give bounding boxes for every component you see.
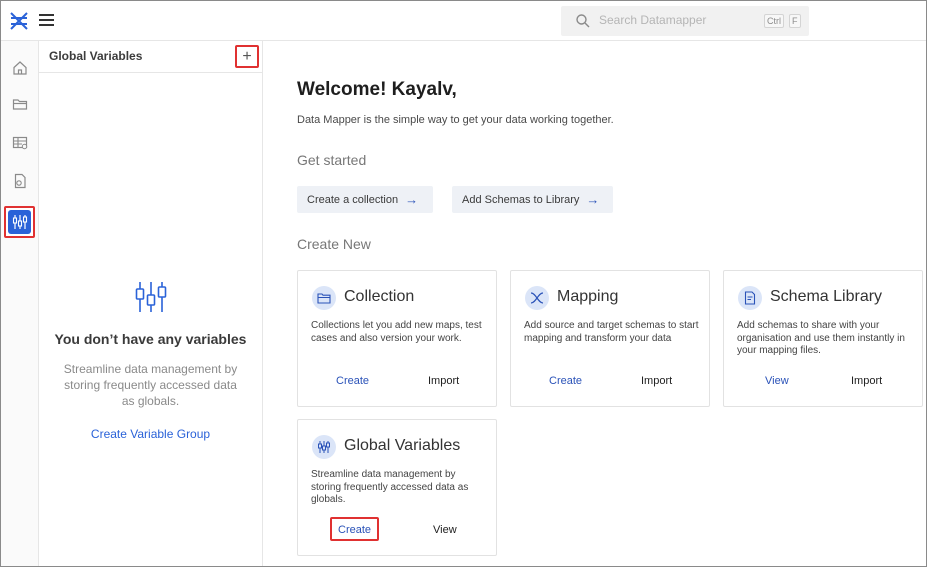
arrow-right-icon: →	[586, 192, 600, 207]
mapping-import-link[interactable]: Import	[641, 375, 672, 387]
panel-title: Global Variables	[49, 49, 143, 63]
global-variables-panel: Global Variables + You don’t have any va…	[39, 41, 263, 566]
mapping-card: Mapping Add source and target schemas to…	[510, 270, 710, 407]
nav-collections[interactable]	[9, 93, 31, 115]
mapping-create-link[interactable]: Create	[549, 375, 582, 387]
create-collection-button[interactable]: Create a collection →	[297, 186, 433, 213]
home-icon	[13, 61, 27, 75]
card-title: Mapping	[557, 288, 619, 305]
add-schemas-button[interactable]: Add Schemas to Library →	[452, 186, 613, 213]
collection-import-link[interactable]: Import	[428, 375, 459, 387]
create-collection-label: Create a collection	[307, 193, 399, 206]
schema-file-icon	[744, 291, 756, 305]
search-icon	[576, 14, 590, 28]
arrow-right-icon: →	[405, 192, 419, 207]
panel-header: Global Variables +	[39, 41, 262, 73]
global-variables-icon	[318, 441, 330, 453]
mapping-cross-icon	[530, 292, 544, 304]
card-description: Streamline data management by storing fr…	[311, 469, 469, 505]
plus-icon: +	[242, 47, 252, 65]
card-title: Schema Library	[770, 288, 883, 305]
main-content: Welcome! Kayalv, Data Mapper is the simp…	[263, 41, 926, 566]
empty-state-description: Streamline data management by storing fr…	[63, 362, 238, 408]
search-placeholder: Search Datamapper	[599, 13, 707, 27]
global-variables-card: Global Variables Streamline data managem…	[297, 419, 497, 556]
card-description: Collections let you add new maps, test c…	[311, 320, 482, 344]
file-icon	[14, 173, 26, 189]
nav-mappings[interactable]	[9, 132, 31, 154]
card-description: Add schemas to share with your organisat…	[737, 320, 905, 356]
get-started-heading: Get started	[297, 152, 367, 168]
card-title: Collection	[344, 288, 415, 305]
add-schemas-label: Add Schemas to Library	[462, 193, 580, 206]
datamapper-logo-icon[interactable]	[9, 11, 29, 31]
hamburger-menu-icon[interactable]	[39, 14, 55, 28]
empty-state-title: You don’t have any variables	[54, 331, 247, 347]
app-window: Search Datamapper Ctrl F Global Variable…	[0, 0, 927, 567]
nav-global-variables[interactable]	[4, 206, 35, 238]
global-variables-icon	[12, 215, 27, 229]
schema-library-import-link[interactable]: Import	[851, 375, 882, 387]
nav-schemas[interactable]	[9, 170, 31, 192]
collection-create-link[interactable]: Create	[336, 375, 369, 387]
global-variables-active-tile	[8, 210, 31, 234]
shortcut-ctrl-key: Ctrl	[764, 14, 784, 28]
schema-library-card-icon	[738, 286, 762, 310]
welcome-tagline: Data Mapper is the simple way to get you…	[297, 114, 614, 126]
global-variables-card-icon	[312, 435, 336, 459]
schema-library-view-link[interactable]: View	[765, 375, 789, 387]
folder-icon	[317, 293, 331, 304]
nav-home[interactable]	[9, 57, 31, 79]
global-variables-view-link[interactable]: View	[433, 524, 457, 536]
mapping-card-icon	[525, 286, 549, 310]
global-variables-create-link[interactable]: Create	[338, 524, 371, 536]
top-bar: Search Datamapper Ctrl F	[1, 1, 926, 41]
global-variables-empty-icon	[135, 282, 167, 312]
shortcut-f-key: F	[789, 14, 801, 28]
card-title: Global Variables	[344, 437, 461, 454]
create-new-heading: Create New	[297, 236, 371, 252]
table-icon	[12, 136, 28, 150]
search-bar[interactable]: Search Datamapper Ctrl F	[561, 6, 809, 36]
create-variable-group-link[interactable]: Create Variable Group	[39, 427, 262, 441]
add-variable-group-button[interactable]: +	[235, 45, 259, 68]
collection-card: Collection Collections let you add new m…	[297, 270, 497, 407]
left-nav-rail	[1, 41, 39, 566]
schema-library-card: Schema Library Add schemas to share with…	[723, 270, 923, 407]
folder-icon	[12, 99, 28, 110]
collection-card-icon	[312, 286, 336, 310]
card-description: Add source and target schemas to start m…	[524, 320, 699, 344]
welcome-heading: Welcome! Kayalv,	[297, 79, 457, 100]
